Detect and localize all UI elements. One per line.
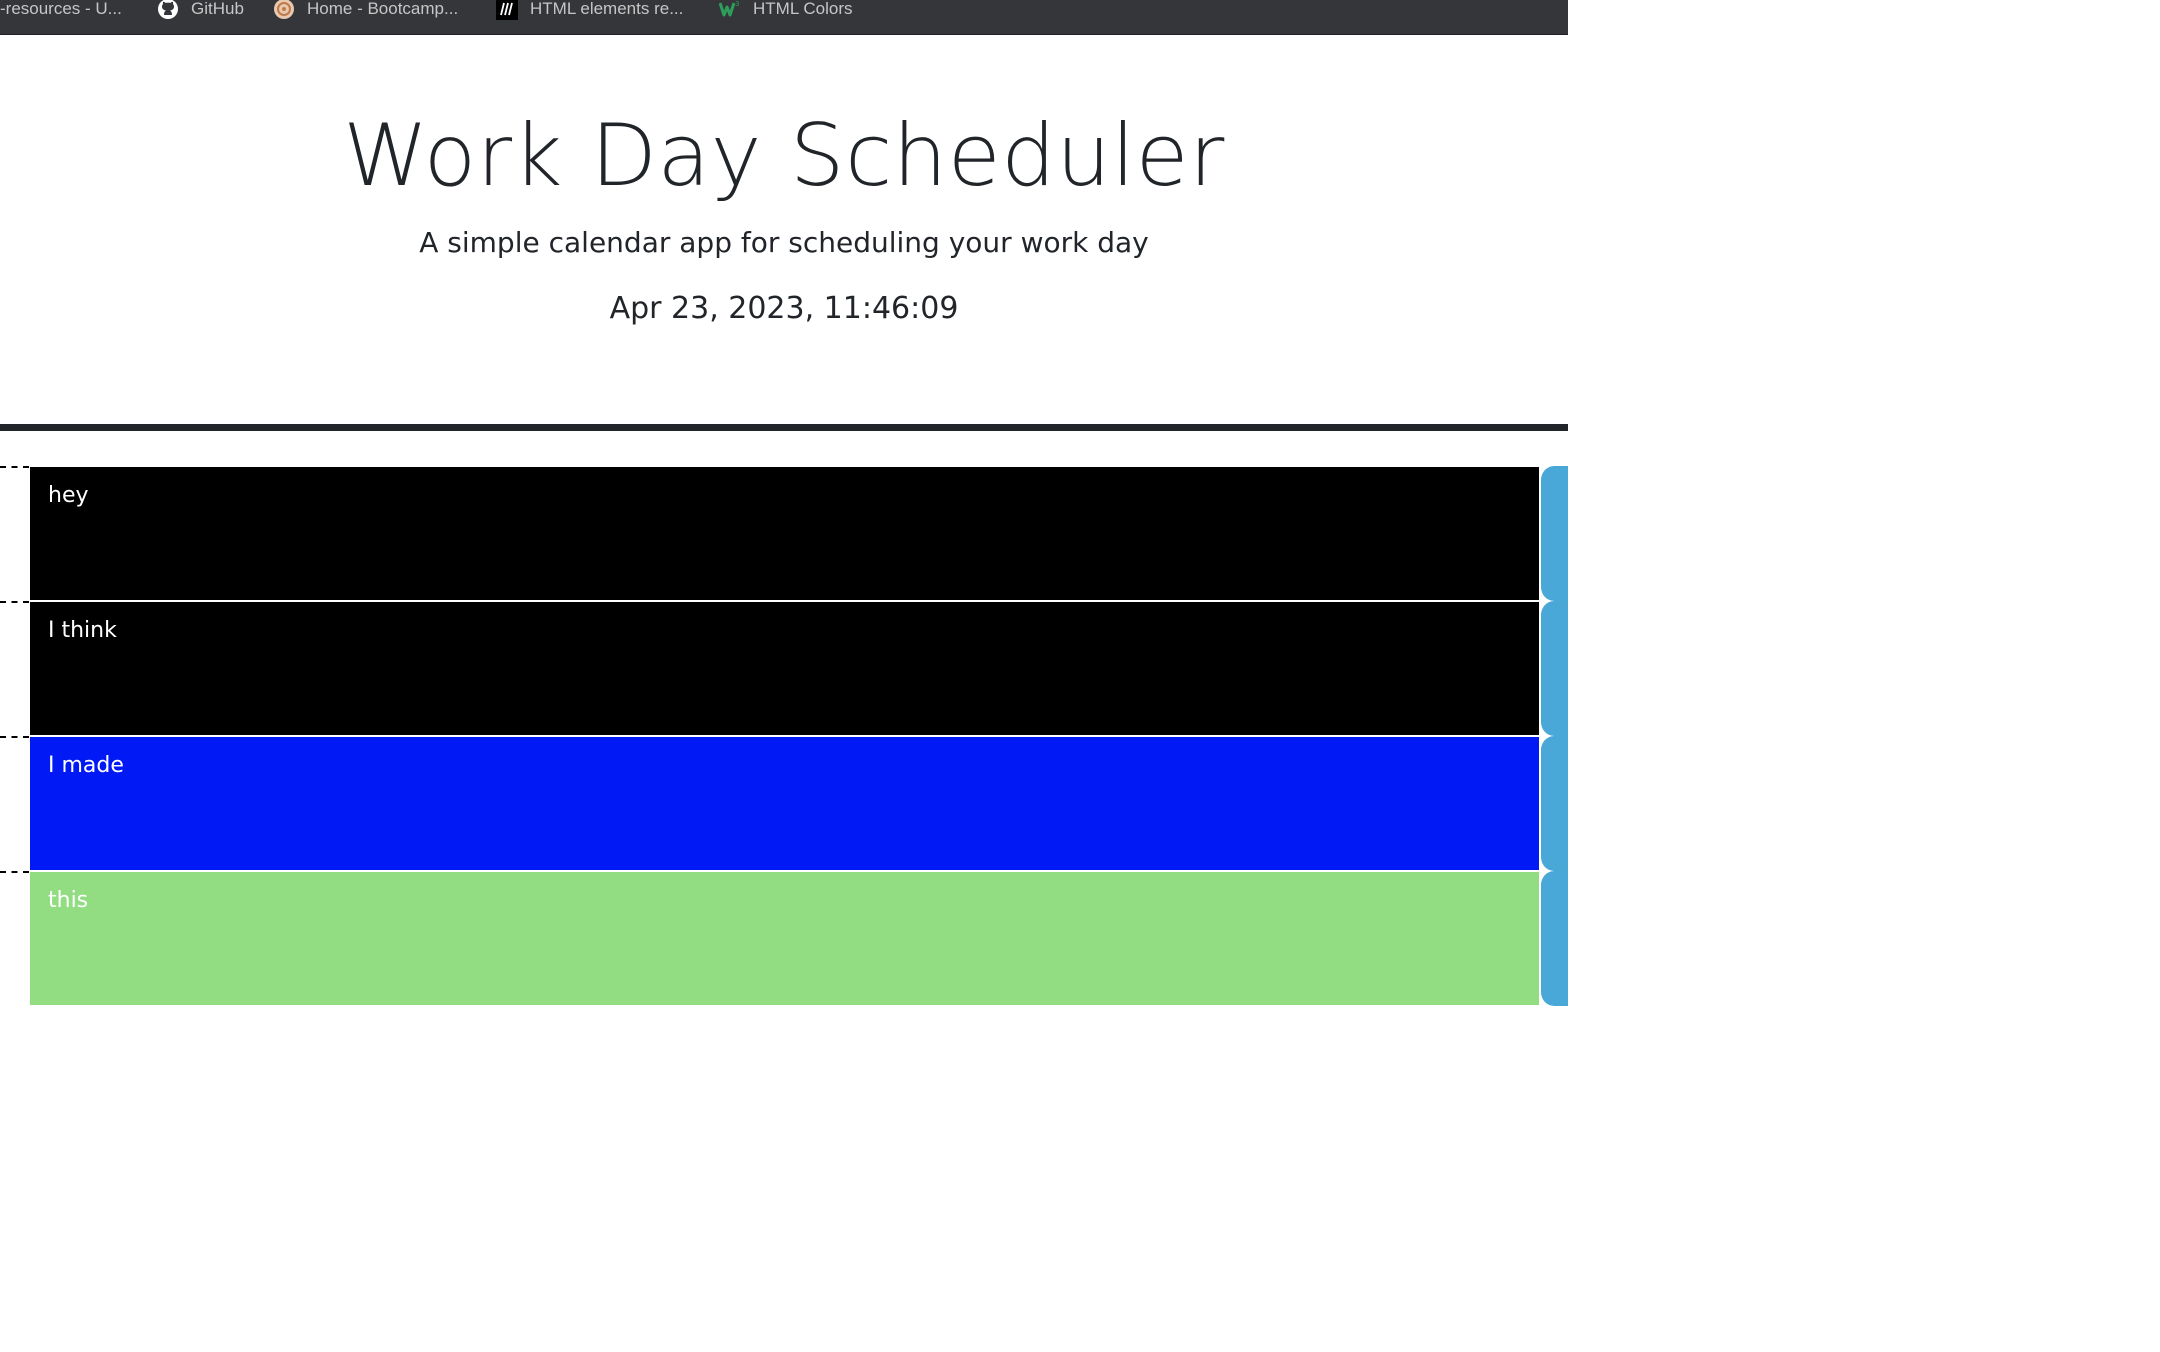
svg-text:3: 3 xyxy=(735,0,739,8)
bookmark-label: Home - Bootcamp... xyxy=(307,0,459,18)
bookmark-html-colors[interactable]: 3 HTML Colors xyxy=(718,0,853,20)
page-subtitle: A simple calendar app for scheduling you… xyxy=(419,226,1149,259)
save-button[interactable] xyxy=(1540,736,1568,871)
time-block: I think xyxy=(0,601,1568,736)
bookmark-resources[interactable]: -resources - U... xyxy=(0,0,122,18)
current-day: Apr 23, 2023, 11:46:09 xyxy=(609,291,959,326)
header: Work Day Scheduler A simple calendar app… xyxy=(0,35,1568,431)
hour-label xyxy=(0,736,29,871)
time-block: this xyxy=(0,871,1568,1006)
hour-label xyxy=(0,871,29,1006)
page-title: Work Day Scheduler xyxy=(343,106,1225,206)
save-button[interactable] xyxy=(1540,466,1568,601)
description-textarea[interactable]: I made xyxy=(29,736,1540,871)
bookmark-bootcamp[interactable]: Home - Bootcamp... xyxy=(273,0,459,20)
description-textarea[interactable]: hey xyxy=(29,466,1540,601)
bookmark-label: -resources - U... xyxy=(0,0,122,18)
bookmark-label: GitHub xyxy=(191,0,244,18)
time-block: hey xyxy=(0,466,1568,601)
bookmarks-bar: -resources - U... GitHub Home - Bootcamp… xyxy=(0,0,1568,35)
save-button[interactable] xyxy=(1540,871,1568,1006)
hour-label xyxy=(0,601,29,736)
hour-label xyxy=(0,466,29,601)
description-textarea[interactable]: this xyxy=(29,871,1540,1006)
bookmark-label: HTML elements re... xyxy=(530,0,684,18)
description-textarea[interactable]: I think xyxy=(29,601,1540,736)
time-block: I made xyxy=(0,736,1568,871)
w3schools-icon: 3 xyxy=(718,0,741,20)
mdn-icon xyxy=(496,0,518,20)
bookmark-html-elements[interactable]: HTML elements re... xyxy=(496,0,684,20)
bookmark-github[interactable]: GitHub xyxy=(157,0,244,20)
bookmark-label: HTML Colors xyxy=(753,0,853,18)
github-icon xyxy=(157,0,179,20)
save-button[interactable] xyxy=(1540,601,1568,736)
bootcamp-icon xyxy=(273,0,295,20)
